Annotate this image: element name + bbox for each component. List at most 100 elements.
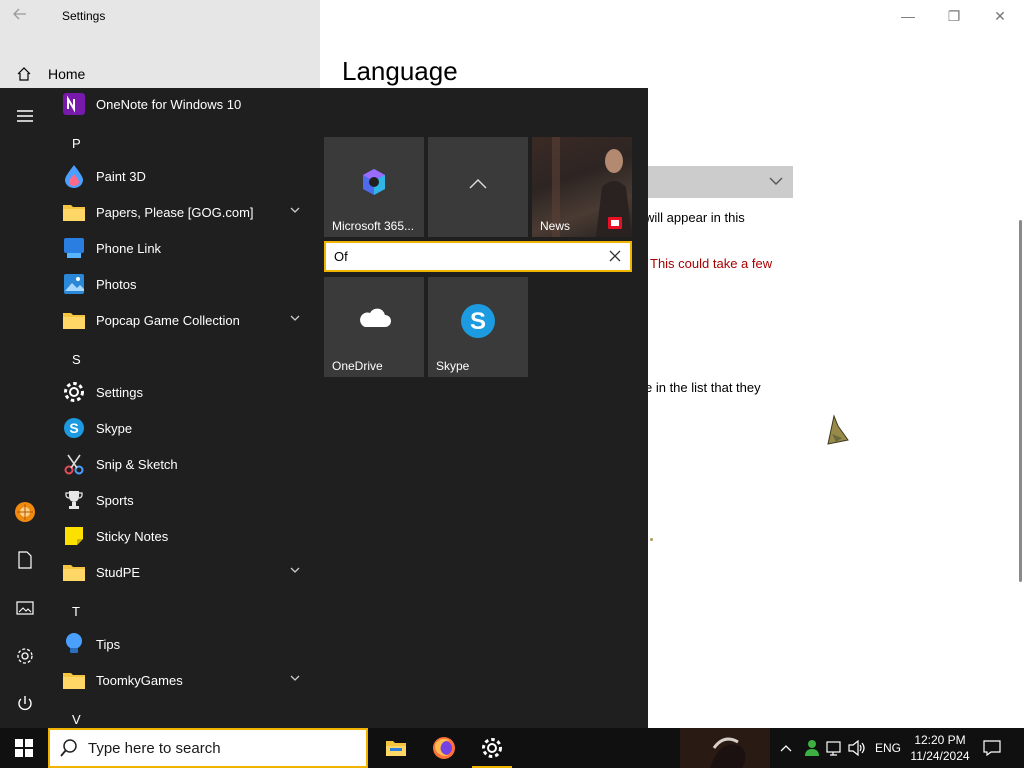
app-papers-please[interactable]: Papers, Please [GOG.com] (62, 194, 312, 230)
back-arrow-icon[interactable] (12, 6, 34, 26)
clock-time: 12:20 PM (914, 733, 966, 747)
skype-icon: S (62, 416, 86, 440)
page-title: Language (342, 56, 458, 86)
app-label: Settings (96, 384, 143, 400)
show-hidden-icons-chevron-up-icon[interactable] (776, 728, 796, 768)
lightbulb-icon (62, 632, 86, 656)
home-icon (17, 67, 31, 81)
language-dropdown[interactable] (648, 166, 793, 198)
app-popcap[interactable]: Popcap Game Collection (62, 302, 312, 338)
chevron-down-icon (769, 177, 783, 185)
firefox-icon (433, 737, 455, 759)
svg-text:S: S (470, 308, 486, 335)
app-label: Sticky Notes (96, 528, 169, 544)
phone-link-icon (62, 236, 86, 260)
folder-icon (62, 668, 86, 692)
folder-icon (62, 308, 86, 332)
gear-icon (482, 738, 502, 758)
letter-header-s[interactable]: S (72, 352, 81, 367)
taskbar-firefox[interactable] (420, 728, 468, 768)
app-label: Phone Link (96, 240, 162, 256)
photos-icon (62, 272, 86, 296)
notifications-icon[interactable] (980, 728, 1004, 768)
letter-header-v[interactable]: V (72, 712, 81, 727)
tile-folder-name-input[interactable]: Of (324, 241, 632, 272)
start-rail (0, 88, 50, 728)
tile-label: Microsoft 365... (332, 219, 415, 233)
clock[interactable]: 12:20 PM 11/24/2024 (906, 732, 974, 764)
app-label: Tips (96, 636, 121, 652)
wallpaper-fragment (680, 728, 770, 768)
clear-icon[interactable] (608, 249, 622, 263)
tile-label: OneDrive (332, 359, 383, 373)
chevron-down-icon[interactable] (290, 315, 300, 322)
taskbar-settings[interactable] (468, 728, 516, 768)
minimize-button[interactable]: — (900, 8, 916, 24)
folder-name-value: Of (334, 249, 348, 264)
app-label: Popcap Game Collection (96, 312, 240, 328)
hamburger-menu-icon[interactable] (13, 104, 37, 128)
app-skype[interactable]: S Skype (62, 410, 312, 446)
chevron-down-icon[interactable] (290, 675, 300, 682)
app-label: OneNote for Windows 10 (96, 96, 242, 112)
pictures-icon[interactable] (13, 596, 37, 620)
description-text: will appear in this (645, 210, 745, 225)
tile-group-collapse[interactable] (428, 137, 528, 237)
app-label: Sports (96, 492, 134, 508)
chevron-up-icon (428, 179, 528, 189)
maximize-button[interactable]: ❐ (946, 8, 962, 24)
search-placeholder: Type here to search (88, 739, 221, 757)
app-list: OneNote for Windows 10 P Paint 3D Papers… (50, 88, 320, 728)
svg-text:S: S (69, 420, 78, 436)
skype-icon: S (428, 304, 528, 339)
tile-news[interactable]: News (532, 137, 632, 237)
app-label: Skype (96, 420, 133, 436)
scrollbar-thumb[interactable] (1019, 220, 1022, 582)
cloud-icon (324, 307, 424, 329)
clock-date: 11/24/2024 (910, 749, 970, 763)
input-language-indicator[interactable]: ENG (870, 728, 906, 768)
letter-header-p[interactable]: P (72, 136, 81, 151)
taskbar: Type here to search ENG 12:20 PM 11/24/2… (0, 728, 1024, 768)
start-button[interactable] (0, 728, 48, 768)
scissors-icon (62, 452, 86, 476)
letter-header-t[interactable]: T (72, 604, 80, 619)
taskbar-file-explorer[interactable] (372, 728, 420, 768)
network-icon[interactable] (824, 728, 846, 768)
app-settings[interactable]: Settings (62, 374, 312, 410)
file-explorer-icon (386, 741, 406, 756)
app-paint-3d[interactable]: Paint 3D (62, 158, 312, 194)
tile-microsoft-365[interactable]: Microsoft 365... (324, 137, 424, 237)
close-button[interactable]: ✕ (992, 8, 1008, 24)
app-tips[interactable]: Tips (62, 626, 312, 662)
taskbar-search-box[interactable]: Type here to search (48, 728, 368, 768)
app-phone-link[interactable]: Phone Link (62, 230, 312, 266)
app-label: Photos (96, 276, 137, 292)
people-icon[interactable] (800, 728, 824, 768)
tile-label: Skype (436, 359, 470, 373)
app-toomkygames[interactable]: ToomkyGames (62, 662, 312, 698)
folder-icon (62, 560, 86, 584)
app-studpe[interactable]: StudPE (62, 554, 312, 590)
app-label: ToomkyGames (96, 672, 183, 688)
title-bar: Settings — ❐ ✕ (0, 0, 1024, 32)
documents-icon[interactable] (13, 548, 37, 572)
app-snip-sketch[interactable]: Snip & Sketch (62, 446, 312, 482)
power-icon[interactable] (13, 692, 37, 716)
sticky-note-icon (62, 524, 86, 548)
app-sticky-notes[interactable]: Sticky Notes (62, 518, 312, 554)
app-sports[interactable]: Sports (62, 482, 312, 518)
settings-gear-icon[interactable] (13, 644, 37, 668)
warning-text: This could take a few (650, 256, 773, 271)
sidebar-item-home[interactable]: Home (16, 64, 85, 84)
tile-onedrive[interactable]: OneDrive (324, 277, 424, 377)
app-label: Paint 3D (96, 168, 146, 184)
tile-skype[interactable]: S Skype (428, 277, 528, 377)
volume-icon[interactable] (846, 728, 868, 768)
user-avatar-icon[interactable] (13, 500, 37, 524)
chevron-down-icon[interactable] (290, 207, 300, 214)
app-photos[interactable]: Photos (62, 266, 312, 302)
app-onenote[interactable]: OneNote for Windows 10 (62, 88, 312, 122)
dot-decoration (650, 538, 653, 541)
chevron-down-icon[interactable] (290, 567, 300, 574)
